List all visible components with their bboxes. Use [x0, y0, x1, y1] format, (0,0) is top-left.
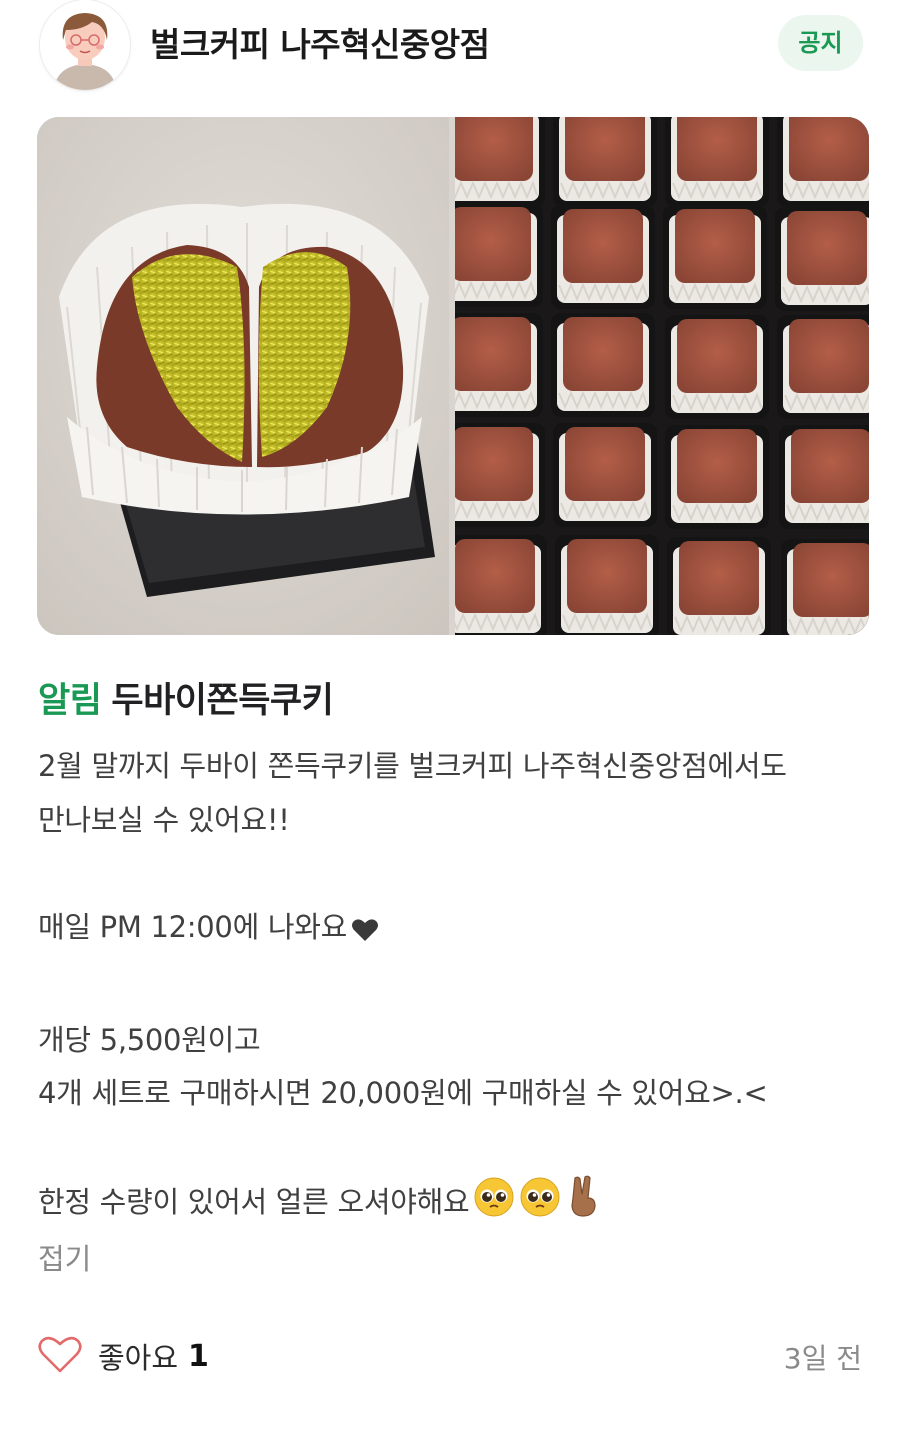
post-body: 2월 말까지 두바이 쫀득쿠키를 벌크커피 나주혁신중앙점에서도 만나보실 수 … [38, 740, 868, 1236]
body-line-text: 한정 수량이 있어서 얼른 오셔야해요 [38, 1185, 470, 1219]
fold-button[interactable]: 접기 [38, 1236, 91, 1278]
like-label[interactable]: 좋아요 [98, 1335, 178, 1377]
black-heart-icon [351, 907, 379, 961]
post-tag: 알림 [38, 681, 102, 721]
cookie-tray-photo[interactable] [438, 117, 869, 635]
body-line: 만나보실 수 있어요!! [38, 802, 290, 837]
store-avatar[interactable] [40, 0, 130, 90]
store-name[interactable]: 벌크커피 나주혁신중앙점 [150, 18, 490, 66]
body-line: 4개 세트로 구매하시면 20,000원에 구매하실 수 있어요>.< [38, 1076, 768, 1110]
cookie-tray-photo-icon [438, 117, 869, 635]
dubai-cookie-photo[interactable] [37, 117, 449, 635]
post-footer: 좋아요 1 3일 전 [0, 1325, 900, 1385]
body-line [38, 1121, 868, 1175]
like-button[interactable]: 좋아요 1 [38, 1331, 209, 1381]
heart-outline-icon[interactable] [38, 1334, 82, 1378]
post-time: 3일 전 [783, 1342, 862, 1375]
notice-badge[interactable]: 공지 [778, 15, 863, 71]
body-line: 매일 PM 12:00에 나와요 [38, 901, 868, 961]
post-header: 벌크커피 나주혁신중앙점 공지 [0, 0, 900, 92]
like-count: 1 [188, 1338, 209, 1374]
body-line: 한정 수량이 있어서 얼른 오셔야해요 [38, 1174, 868, 1236]
victory-hand-icon [565, 1174, 601, 1236]
body-line [38, 847, 868, 901]
pleading-face-icon [473, 1176, 515, 1236]
body-line [38, 960, 868, 1014]
body-line-text: 매일 PM 12:00에 나와요 [38, 909, 348, 944]
avatar-illustration-icon [40, 0, 130, 90]
post-title-text: 두바이쫀득쿠키 [111, 681, 334, 721]
image-gallery[interactable] [37, 117, 869, 635]
body-line: 2월 말까지 두바이 쫀득쿠키를 벌크커피 나주혁신중앙점에서도 [38, 749, 787, 783]
pleading-face-icon [519, 1176, 561, 1236]
post-title: 알림 두바이쫀득쿠키 [38, 672, 334, 723]
body-line: 개당 5,500원이고 [38, 1022, 261, 1057]
dubai-cookie-photo-icon [37, 117, 449, 635]
